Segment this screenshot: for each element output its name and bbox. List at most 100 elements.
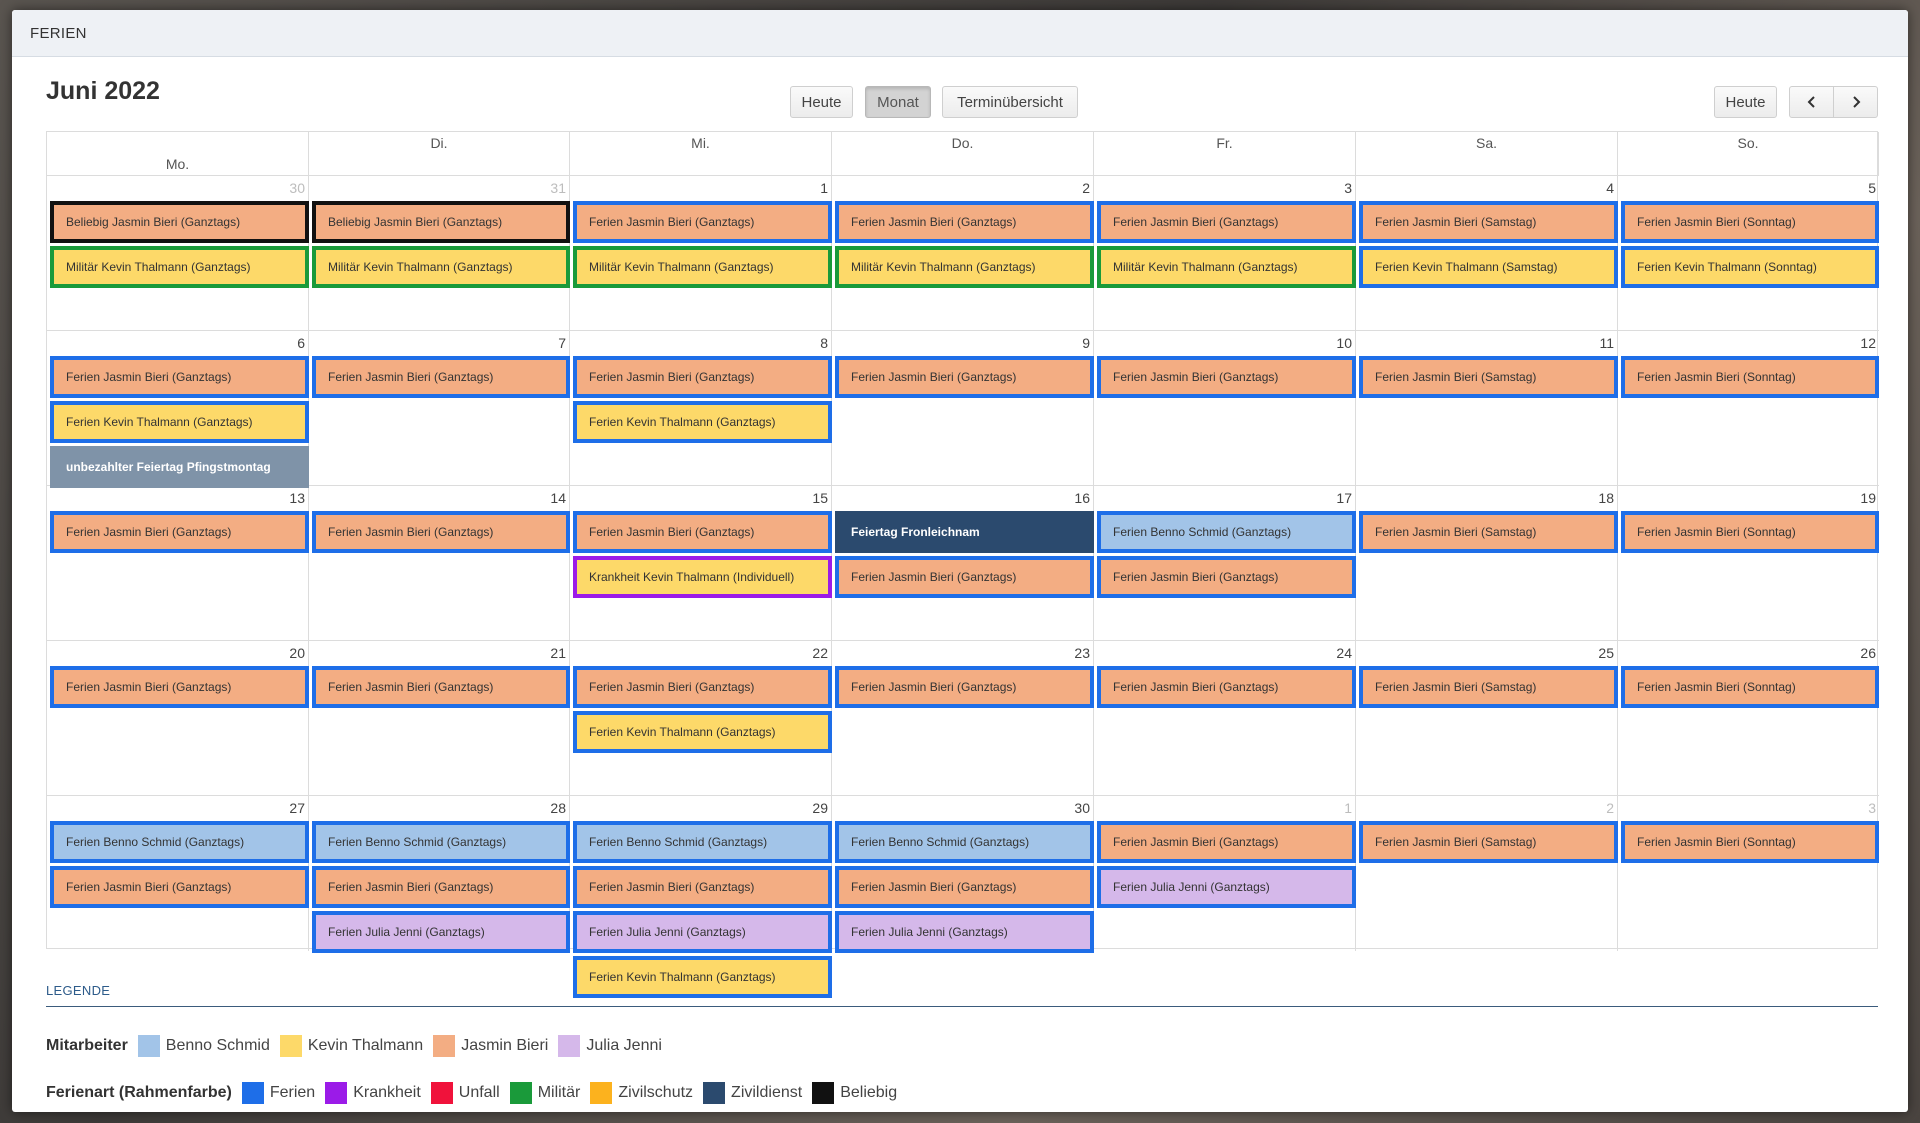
month-view-button[interactable]: Monat [865, 86, 931, 118]
day-cell[interactable]: 11 [1356, 331, 1618, 486]
calendar-event[interactable]: Militär Kevin Thalmann (Ganztags) [835, 246, 1094, 288]
calendar-event[interactable]: Krankheit Kevin Thalmann (Individuell) [573, 556, 832, 598]
calendar-event[interactable]: Ferien Jasmin Bieri (Ganztags) [50, 666, 309, 708]
overview-button[interactable]: Terminübersicht [942, 86, 1078, 118]
weekday-header: Sa. [1356, 132, 1618, 176]
day-cell[interactable]: 23 [832, 641, 1094, 796]
calendar-event[interactable]: Ferien Jasmin Bieri (Ganztags) [50, 866, 309, 908]
calendar-event[interactable]: Ferien Jasmin Bieri (Sonntag) [1621, 821, 1879, 863]
day-number: 6 [297, 335, 305, 351]
calendar-event[interactable]: Ferien Benno Schmid (Ganztags) [573, 821, 832, 863]
legend-label: Benno Schmid [165, 1037, 270, 1054]
day-cell[interactable]: 24 [1094, 641, 1356, 796]
calendar-event[interactable]: Ferien Jasmin Bieri (Ganztags) [1097, 201, 1356, 243]
weekday-header: So. [1618, 132, 1879, 176]
legend-label: Unfall [458, 1084, 500, 1101]
day-cell[interactable]: 18 [1356, 486, 1618, 641]
week-row: 13 Ferien Jasmin Bieri (Ganztags) 14 Ferien… [47, 486, 1879, 641]
day-cell[interactable]: 10 [1094, 331, 1356, 486]
today-button-right[interactable]: Heute [1714, 86, 1777, 118]
calendar-event[interactable]: Ferien Jasmin Bieri (Sonntag) [1621, 201, 1879, 243]
calendar-event[interactable]: Ferien Jasmin Bieri (Sonntag) [1621, 666, 1879, 708]
calendar-event[interactable]: Ferien Jasmin Bieri (Ganztags) [835, 556, 1094, 598]
day-cell[interactable]: 12 [1618, 331, 1879, 486]
calendar-event[interactable]: Ferien Jasmin Bieri (Ganztags) [573, 201, 832, 243]
calendar-event[interactable]: Militär Kevin Thalmann (Ganztags) [573, 246, 832, 288]
calendar-event[interactable]: Ferien Jasmin Bieri (Ganztags) [50, 511, 309, 553]
calendar-event[interactable]: Ferien Jasmin Bieri (Ganztags) [835, 666, 1094, 708]
calendar-event[interactable]: Ferien Jasmin Bieri (Ganztags) [573, 866, 832, 908]
calendar-event[interactable]: Ferien Jasmin Bieri (Samstag) [1359, 356, 1618, 398]
calendar-event[interactable]: Ferien Jasmin Bieri (Ganztags) [573, 666, 832, 708]
day-cell[interactable]: 7 [309, 331, 570, 486]
day-cell[interactable]: 25 [1356, 641, 1618, 796]
calendar-event[interactable]: Ferien Jasmin Bieri (Ganztags) [573, 511, 832, 553]
day-cell[interactable]: 19 [1618, 486, 1879, 641]
calendar-event[interactable]: Ferien Kevin Thalmann (Ganztags) [573, 956, 832, 998]
calendar-event[interactable]: Ferien Jasmin Bieri (Ganztags) [835, 866, 1094, 908]
calendar-event[interactable]: unbezahlter Feiertag Pfingstmontag [50, 446, 309, 488]
calendar-event[interactable]: Ferien Kevin Thalmann (Ganztags) [50, 401, 309, 443]
calendar-event[interactable]: Ferien Benno Schmid (Ganztags) [50, 821, 309, 863]
calendar-event[interactable]: Ferien Jasmin Bieri (Ganztags) [1097, 556, 1356, 598]
calendar-event[interactable]: Ferien Julia Jenni (Ganztags) [312, 911, 570, 953]
day-cell[interactable]: 26 [1618, 641, 1879, 796]
legend-label: Kevin Thalmann [307, 1037, 424, 1054]
calendar-event[interactable]: Ferien Benno Schmid (Ganztags) [312, 821, 570, 863]
day-cell[interactable]: 13 [47, 486, 309, 641]
prev-month-button[interactable] [1789, 86, 1834, 118]
window-header: FERIEN [12, 10, 1908, 57]
day-cell[interactable]: 21 [309, 641, 570, 796]
calendar-event[interactable]: Ferien Jasmin Bieri (Ganztags) [835, 356, 1094, 398]
chevron-right-icon [1852, 96, 1860, 108]
calendar-event[interactable]: Ferien Jasmin Bieri (Samstag) [1359, 201, 1618, 243]
calendar-event[interactable]: Militär Kevin Thalmann (Ganztags) [312, 246, 570, 288]
calendar-event[interactable]: Ferien Jasmin Bieri (Ganztags) [312, 866, 570, 908]
calendar-event[interactable]: Ferien Jasmin Bieri (Ganztags) [312, 511, 570, 553]
calendar-event[interactable]: Ferien Jasmin Bieri (Ganztags) [835, 201, 1094, 243]
calendar-event[interactable]: Ferien Kevin Thalmann (Ganztags) [573, 711, 832, 753]
calendar-event[interactable]: Ferien Benno Schmid (Ganztags) [835, 821, 1094, 863]
day-cell[interactable]: 3 [1618, 796, 1879, 951]
legend-item: Benno Schmid [136, 1035, 270, 1057]
calendar-event[interactable]: Beliebig Jasmin Bieri (Ganztags) [312, 201, 570, 243]
calendar-event[interactable]: Ferien Benno Schmid (Ganztags) [1097, 511, 1356, 553]
calendar-event[interactable]: Ferien Julia Jenni (Ganztags) [573, 911, 832, 953]
calendar-event[interactable]: Ferien Kevin Thalmann (Ganztags) [573, 401, 832, 443]
calendar-event[interactable]: Ferien Jasmin Bieri (Ganztags) [50, 356, 309, 398]
calendar-event[interactable]: Militär Kevin Thalmann (Ganztags) [1097, 246, 1356, 288]
calendar-event[interactable]: Ferien Jasmin Bieri (Ganztags) [1097, 356, 1356, 398]
calendar-toolbar: Juni 2022 Heute Monat Terminübersicht He… [12, 57, 1908, 131]
calendar-event[interactable]: Ferien Jasmin Bieri (Sonntag) [1621, 356, 1879, 398]
day-number: 23 [1074, 645, 1090, 661]
day-cell[interactable]: 9 [832, 331, 1094, 486]
calendar-event[interactable]: Ferien Jasmin Bieri (Samstag) [1359, 511, 1618, 553]
calendar-event[interactable]: Ferien Jasmin Bieri (Sonntag) [1621, 511, 1879, 553]
day-number: 1 [1344, 800, 1352, 816]
legend-swatch [241, 1082, 264, 1104]
calendar-event[interactable]: Ferien Julia Jenni (Ganztags) [835, 911, 1094, 953]
legend-title: LEGENDE [46, 983, 111, 998]
legend-item: Militär [508, 1082, 580, 1104]
day-cell[interactable]: 2 [1356, 796, 1618, 951]
today-button-left[interactable]: Heute [790, 86, 853, 118]
calendar-event[interactable]: Feiertag Fronleichnam [835, 511, 1094, 553]
day-cell[interactable]: 20 [47, 641, 309, 796]
weekday-header: Mi. [570, 132, 832, 176]
calendar-event[interactable]: Ferien Kevin Thalmann (Sonntag) [1621, 246, 1879, 288]
calendar-event[interactable]: Ferien Jasmin Bieri (Ganztags) [312, 666, 570, 708]
day-number: 15 [812, 490, 828, 506]
next-month-button[interactable] [1833, 86, 1878, 118]
calendar-event[interactable]: Ferien Jasmin Bieri (Ganztags) [573, 356, 832, 398]
calendar-event[interactable]: Ferien Jasmin Bieri (Ganztags) [1097, 821, 1356, 863]
calendar-event[interactable]: Ferien Kevin Thalmann (Samstag) [1359, 246, 1618, 288]
calendar-event[interactable]: Militär Kevin Thalmann (Ganztags) [50, 246, 309, 288]
day-number: 30 [289, 180, 305, 196]
calendar-event[interactable]: Ferien Jasmin Bieri (Ganztags) [312, 356, 570, 398]
calendar-event[interactable]: Ferien Jasmin Bieri (Samstag) [1359, 821, 1618, 863]
calendar-event[interactable]: Ferien Jasmin Bieri (Samstag) [1359, 666, 1618, 708]
calendar-event[interactable]: Ferien Julia Jenni (Ganztags) [1097, 866, 1356, 908]
day-cell[interactable]: 14 [309, 486, 570, 641]
calendar-event[interactable]: Beliebig Jasmin Bieri (Ganztags) [50, 201, 309, 243]
calendar-event[interactable]: Ferien Jasmin Bieri (Ganztags) [1097, 666, 1356, 708]
